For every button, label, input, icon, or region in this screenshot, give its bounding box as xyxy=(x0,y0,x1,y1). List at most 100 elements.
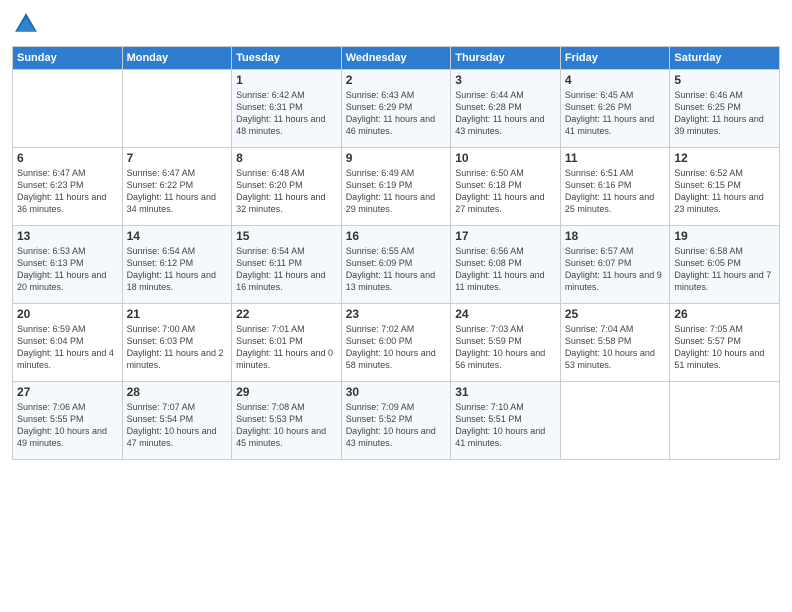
calendar-cell: 18 Sunrise: 6:57 AMSunset: 6:07 PMDayligh… xyxy=(560,226,670,304)
day-number: 27 xyxy=(17,385,118,399)
cell-info: Sunrise: 6:43 AMSunset: 6:29 PMDaylight:… xyxy=(346,89,447,138)
cell-info: Sunrise: 7:02 AMSunset: 6:00 PMDaylight:… xyxy=(346,323,447,372)
week-row-4: 27 Sunrise: 7:06 AMSunset: 5:55 PMDayligh… xyxy=(13,382,780,460)
calendar-cell: 13 Sunrise: 6:53 AMSunset: 6:13 PMDayligh… xyxy=(13,226,123,304)
day-number: 3 xyxy=(455,73,556,87)
day-number: 16 xyxy=(346,229,447,243)
col-header-friday: Friday xyxy=(560,47,670,70)
calendar-cell: 12 Sunrise: 6:52 AMSunset: 6:15 PMDayligh… xyxy=(670,148,780,226)
cell-info: Sunrise: 6:49 AMSunset: 6:19 PMDaylight:… xyxy=(346,167,447,216)
cell-info: Sunrise: 6:57 AMSunset: 6:07 PMDaylight:… xyxy=(565,245,666,294)
calendar-cell: 8 Sunrise: 6:48 AMSunset: 6:20 PMDaylight… xyxy=(232,148,342,226)
calendar-cell: 6 Sunrise: 6:47 AMSunset: 6:23 PMDaylight… xyxy=(13,148,123,226)
day-number: 7 xyxy=(127,151,228,165)
calendar-cell: 19 Sunrise: 6:58 AMSunset: 6:05 PMDayligh… xyxy=(670,226,780,304)
calendar-cell: 24Sunrise: 7:03 AMSunset: 5:59 PMDayligh… xyxy=(451,304,561,382)
day-number: 5 xyxy=(674,73,775,87)
header-row: SundayMondayTuesdayWednesdayThursdayFrid… xyxy=(13,47,780,70)
day-number: 9 xyxy=(346,151,447,165)
calendar-cell: 25 Sunrise: 7:04 AMSunset: 5:58 PMDayligh… xyxy=(560,304,670,382)
day-number: 19 xyxy=(674,229,775,243)
day-number: 23 xyxy=(346,307,447,321)
calendar-cell: 7 Sunrise: 6:47 AMSunset: 6:22 PMDaylight… xyxy=(122,148,232,226)
cell-info: Sunrise: 7:05 AMSunset: 5:57 PMDaylight:… xyxy=(674,323,775,372)
calendar-cell: 2 Sunrise: 6:43 AMSunset: 6:29 PMDaylight… xyxy=(341,70,451,148)
cell-info: Sunrise: 6:42 AMSunset: 6:31 PMDaylight:… xyxy=(236,89,337,138)
day-number: 29 xyxy=(236,385,337,399)
calendar-cell: 14Sunrise: 6:54 AMSunset: 6:12 PMDayligh… xyxy=(122,226,232,304)
calendar-cell: 23 Sunrise: 7:02 AMSunset: 6:00 PMDayligh… xyxy=(341,304,451,382)
calendar-cell: 31 Sunrise: 7:10 AMSunset: 5:51 PMDayligh… xyxy=(451,382,561,460)
calendar-cell: 27 Sunrise: 7:06 AMSunset: 5:55 PMDayligh… xyxy=(13,382,123,460)
calendar-cell xyxy=(122,70,232,148)
cell-info: Sunrise: 6:46 AMSunset: 6:25 PMDaylight:… xyxy=(674,89,775,138)
calendar-cell: 29 Sunrise: 7:08 AMSunset: 5:53 PMDayligh… xyxy=(232,382,342,460)
cell-info: Sunrise: 7:08 AMSunset: 5:53 PMDaylight:… xyxy=(236,401,337,450)
calendar-cell xyxy=(13,70,123,148)
cell-info: Sunrise: 6:47 AMSunset: 6:22 PMDaylight:… xyxy=(127,167,228,216)
cell-info: Sunrise: 6:53 AMSunset: 6:13 PMDaylight:… xyxy=(17,245,118,294)
calendar-cell: 9 Sunrise: 6:49 AMSunset: 6:19 PMDaylight… xyxy=(341,148,451,226)
col-header-wednesday: Wednesday xyxy=(341,47,451,70)
cell-info: Sunrise: 6:44 AMSunset: 6:28 PMDaylight:… xyxy=(455,89,556,138)
day-number: 14 xyxy=(127,229,228,243)
logo-icon xyxy=(12,10,40,38)
day-number: 18 xyxy=(565,229,666,243)
day-number: 26 xyxy=(674,307,775,321)
day-number: 10 xyxy=(455,151,556,165)
cell-info: Sunrise: 6:54 AMSunset: 6:11 PMDaylight:… xyxy=(236,245,337,294)
day-number: 2 xyxy=(346,73,447,87)
col-header-saturday: Saturday xyxy=(670,47,780,70)
day-number: 25 xyxy=(565,307,666,321)
page-container: SundayMondayTuesdayWednesdayThursdayFrid… xyxy=(0,0,792,468)
cell-info: Sunrise: 6:59 AMSunset: 6:04 PMDaylight:… xyxy=(17,323,118,372)
cell-info: Sunrise: 7:00 AMSunset: 6:03 PMDaylight:… xyxy=(127,323,228,372)
logo xyxy=(12,10,44,38)
cell-info: Sunrise: 7:06 AMSunset: 5:55 PMDaylight:… xyxy=(17,401,118,450)
day-number: 30 xyxy=(346,385,447,399)
calendar-cell: 22Sunrise: 7:01 AMSunset: 6:01 PMDayligh… xyxy=(232,304,342,382)
cell-info: Sunrise: 7:03 AMSunset: 5:59 PMDaylight:… xyxy=(455,323,556,372)
day-number: 6 xyxy=(17,151,118,165)
calendar-table: SundayMondayTuesdayWednesdayThursdayFrid… xyxy=(12,46,780,460)
calendar-cell: 30 Sunrise: 7:09 AMSunset: 5:52 PMDayligh… xyxy=(341,382,451,460)
cell-info: Sunrise: 7:04 AMSunset: 5:58 PMDaylight:… xyxy=(565,323,666,372)
calendar-cell: 11Sunrise: 6:51 AMSunset: 6:16 PMDayligh… xyxy=(560,148,670,226)
calendar-cell: 5 Sunrise: 6:46 AMSunset: 6:25 PMDaylight… xyxy=(670,70,780,148)
day-number: 1 xyxy=(236,73,337,87)
day-number: 13 xyxy=(17,229,118,243)
calendar-cell: 26 Sunrise: 7:05 AMSunset: 5:57 PMDayligh… xyxy=(670,304,780,382)
calendar-cell: 1 Sunrise: 6:42 AMSunset: 6:31 PMDaylight… xyxy=(232,70,342,148)
calendar-cell: 10 Sunrise: 6:50 AMSunset: 6:18 PMDayligh… xyxy=(451,148,561,226)
day-number: 20 xyxy=(17,307,118,321)
day-number: 17 xyxy=(455,229,556,243)
day-number: 28 xyxy=(127,385,228,399)
cell-info: Sunrise: 7:07 AMSunset: 5:54 PMDaylight:… xyxy=(127,401,228,450)
day-number: 8 xyxy=(236,151,337,165)
calendar-cell: 16 Sunrise: 6:55 AMSunset: 6:09 PMDayligh… xyxy=(341,226,451,304)
cell-info: Sunrise: 6:58 AMSunset: 6:05 PMDaylight:… xyxy=(674,245,775,294)
day-number: 21 xyxy=(127,307,228,321)
col-header-sunday: Sunday xyxy=(13,47,123,70)
calendar-cell: 17 Sunrise: 6:56 AMSunset: 6:08 PMDayligh… xyxy=(451,226,561,304)
day-number: 31 xyxy=(455,385,556,399)
cell-info: Sunrise: 7:10 AMSunset: 5:51 PMDaylight:… xyxy=(455,401,556,450)
calendar-cell xyxy=(670,382,780,460)
cell-info: Sunrise: 6:50 AMSunset: 6:18 PMDaylight:… xyxy=(455,167,556,216)
cell-info: Sunrise: 6:55 AMSunset: 6:09 PMDaylight:… xyxy=(346,245,447,294)
cell-info: Sunrise: 6:48 AMSunset: 6:20 PMDaylight:… xyxy=(236,167,337,216)
cell-info: Sunrise: 6:51 AMSunset: 6:16 PMDaylight:… xyxy=(565,167,666,216)
calendar-cell: 28 Sunrise: 7:07 AMSunset: 5:54 PMDayligh… xyxy=(122,382,232,460)
cell-info: Sunrise: 7:09 AMSunset: 5:52 PMDaylight:… xyxy=(346,401,447,450)
col-header-monday: Monday xyxy=(122,47,232,70)
day-number: 4 xyxy=(565,73,666,87)
cell-info: Sunrise: 6:47 AMSunset: 6:23 PMDaylight:… xyxy=(17,167,118,216)
cell-info: Sunrise: 6:45 AMSunset: 6:26 PMDaylight:… xyxy=(565,89,666,138)
day-number: 12 xyxy=(674,151,775,165)
calendar-cell: 15 Sunrise: 6:54 AMSunset: 6:11 PMDayligh… xyxy=(232,226,342,304)
calendar-cell: 21 Sunrise: 7:00 AMSunset: 6:03 PMDayligh… xyxy=(122,304,232,382)
cell-info: Sunrise: 6:56 AMSunset: 6:08 PMDaylight:… xyxy=(455,245,556,294)
day-number: 15 xyxy=(236,229,337,243)
cell-info: Sunrise: 6:52 AMSunset: 6:15 PMDaylight:… xyxy=(674,167,775,216)
calendar-cell: 4 Sunrise: 6:45 AMSunset: 6:26 PMDaylight… xyxy=(560,70,670,148)
